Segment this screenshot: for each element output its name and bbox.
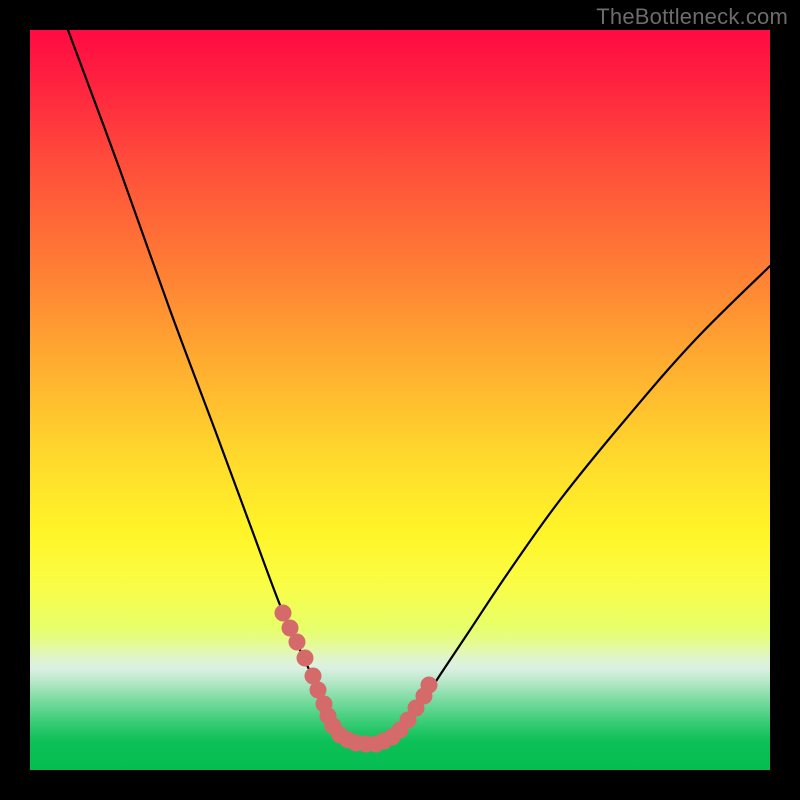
highlight-dot bbox=[289, 634, 306, 651]
highlight-dots-bottom bbox=[332, 727, 401, 753]
highlight-dot bbox=[421, 677, 438, 694]
bottleneck-curve bbox=[68, 30, 770, 743]
highlight-dot bbox=[275, 605, 292, 622]
highlight-dots-left bbox=[275, 605, 342, 735]
watermark-text: TheBottleneck.com bbox=[596, 4, 788, 30]
chart-frame: TheBottleneck.com bbox=[0, 0, 800, 800]
curve-layer bbox=[30, 30, 770, 770]
highlight-dot bbox=[297, 650, 314, 667]
plot-area bbox=[30, 30, 770, 770]
highlight-dots-right bbox=[392, 677, 438, 739]
